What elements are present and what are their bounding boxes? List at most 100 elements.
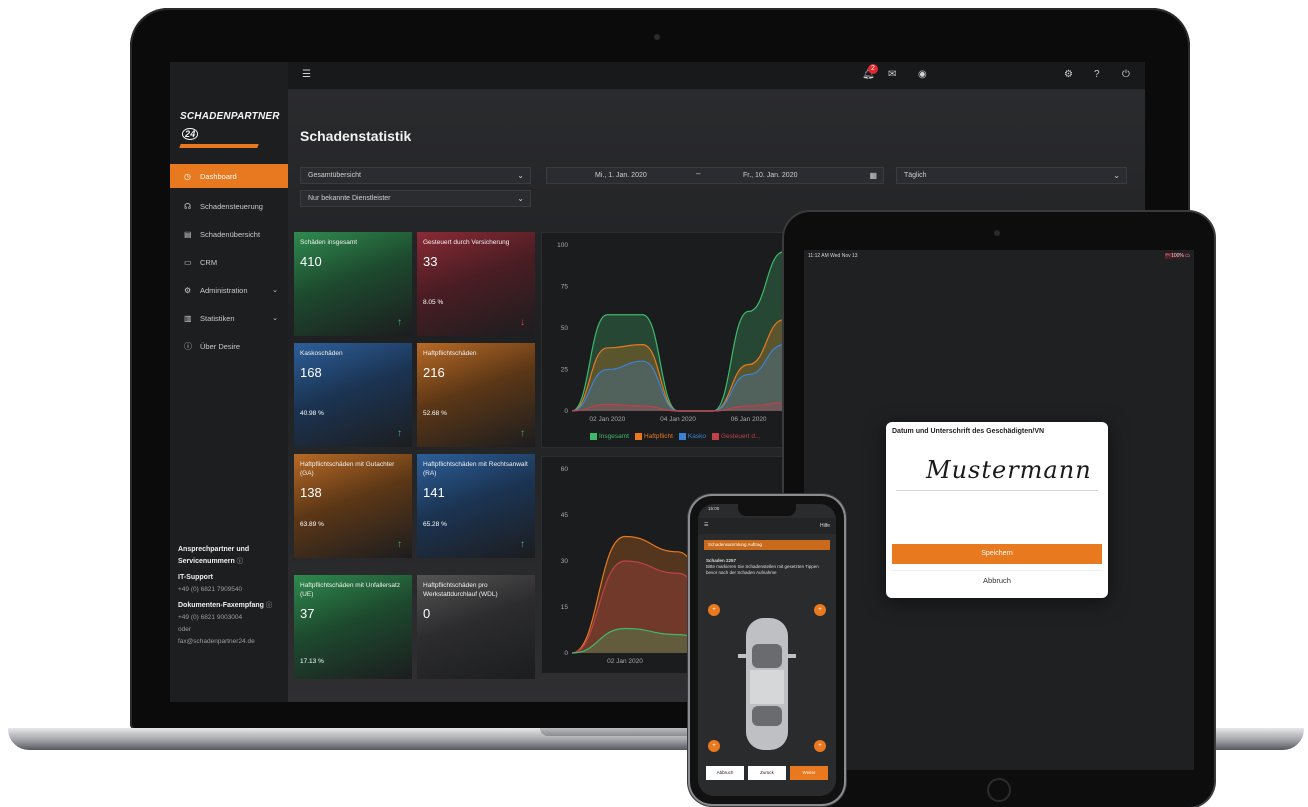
- clock-icon: ◷: [184, 171, 191, 181]
- view-select[interactable]: Gesamtübersicht ⌄: [300, 167, 531, 184]
- sidebar-nav: ◷ Dashboard ☊ Schadensteuerung ▤ Schaden…: [170, 164, 288, 360]
- menu-toggle-icon[interactable]: ☰: [302, 69, 311, 80]
- arrow-up-icon: ↑: [397, 428, 402, 439]
- it-support-label: IT-Support: [178, 574, 213, 581]
- sidebar-item-statistiken[interactable]: ▥ Statistiken ⌄: [170, 304, 288, 332]
- sidebar-item-crm[interactable]: ▭ CRM: [170, 248, 288, 276]
- stat-tile-total[interactable]: Schäden insgesamt 410 ↑: [294, 232, 412, 336]
- date-to: Fr., 10. Jan. 2020: [743, 172, 798, 179]
- phone-banner: Schadensammlung Auftrag: [704, 540, 830, 550]
- tablet-frame: 11:12 AM Wed Nov 13 ◠ 100% ▭ Datum und U…: [784, 212, 1214, 807]
- calendar-icon: ▦: [869, 171, 877, 180]
- battery-level: 100%: [1171, 253, 1184, 259]
- y-tick-label: 75: [561, 284, 569, 291]
- provider-select[interactable]: Nur bekannte Dienstleister ⌄: [300, 190, 531, 207]
- tile-title: Haftpflichtschäden: [423, 350, 477, 357]
- marker-button[interactable]: +: [814, 604, 826, 616]
- marker-button[interactable]: +: [814, 740, 826, 752]
- tablet-screen: 11:12 AM Wed Nov 13 ◠ 100% ▭ Datum und U…: [804, 250, 1194, 770]
- brand-logo[interactable]: SCHADENPARTNER 24: [179, 106, 284, 148]
- logout-icon[interactable]: ⏻: [1122, 69, 1130, 80]
- chevron-down-icon: ⌄: [517, 194, 524, 203]
- y-tick-label: 45: [561, 512, 569, 519]
- dialog-title: Datum und Unterschrift des Geschädigten/…: [892, 428, 1045, 435]
- mail-icon[interactable]: ✉: [888, 69, 896, 80]
- tile-percent: 52.68 %: [423, 410, 447, 417]
- legend-item[interactable]: Gesteuert d...: [711, 433, 761, 440]
- arrow-up-icon: ↑: [397, 539, 402, 550]
- y-tick-label: 50: [561, 325, 569, 332]
- y-tick-label: 30: [561, 558, 569, 565]
- sidebar-item-administration[interactable]: ⚙ Administration ⌄: [170, 276, 288, 304]
- stat-tile-ga[interactable]: Haftpflichtschäden mit Gutachter (GA) 13…: [294, 454, 412, 558]
- legend-swatch: [678, 433, 686, 440]
- interval-select[interactable]: Täglich ⌄: [896, 167, 1127, 184]
- sidebar-item-ueber-desire[interactable]: ⓘ Über Desire: [170, 332, 288, 360]
- tile-title: Haftpflichtschäden mit Rechtsanwalt (RA): [423, 461, 528, 477]
- y-tick-label: 25: [561, 367, 569, 374]
- date-range-picker[interactable]: Mi., 1. Jan. 2020 Fr., 10. Jan. 2020 ▦: [546, 167, 884, 184]
- legend-swatch: [590, 433, 597, 440]
- instruction-text: Bitte markieren Sie Schadenstellen mit g…: [706, 564, 819, 575]
- y-tick-label: 0: [564, 408, 568, 415]
- legend-item[interactable]: Haftpflicht: [635, 433, 673, 440]
- settings-icon[interactable]: ⚙: [1064, 69, 1073, 80]
- y-tick-label: 0: [564, 650, 568, 657]
- user-icon[interactable]: ◉: [918, 69, 927, 80]
- sidebar-item-schadensteuerung[interactable]: ☊ Schadensteuerung: [170, 192, 288, 220]
- tile-value: 37: [300, 606, 315, 621]
- arrow-down-icon: ↓: [520, 317, 525, 328]
- help-icon: ⓘ: [265, 602, 273, 609]
- menu-icon[interactable]: ☰: [704, 522, 708, 528]
- phone-screen: 15:00 ☰ Hilfe Schadensammlung Auftrag Sc…: [698, 504, 836, 796]
- legend-swatch: [635, 433, 642, 440]
- chevron-down-icon: ⌄: [272, 315, 278, 322]
- chevron-down-icon: ⌄: [272, 287, 278, 294]
- cancel-button[interactable]: Abbruch: [706, 766, 744, 780]
- marker-button[interactable]: +: [708, 604, 720, 616]
- stat-tile-insurer[interactable]: Gesteuert durch Versicherung 33 8.05 % ↓: [417, 232, 535, 336]
- sidebar: SCHADENPARTNER 24 ◷ Dashboard ☊ Schadenst…: [170, 62, 288, 702]
- signature-pad[interactable]: Mustermann: [926, 456, 1092, 484]
- help-link[interactable]: Hilfe: [820, 523, 830, 529]
- tile-value: 33: [423, 254, 438, 269]
- help-icon[interactable]: ?: [1094, 69, 1100, 80]
- car-diagram[interactable]: [732, 614, 802, 754]
- date-from: Mi., 1. Jan. 2020: [595, 172, 647, 179]
- stat-tile-haftpflicht[interactable]: Haftpflichtschäden 216 52.68 % ↑: [417, 343, 535, 447]
- tablet-camera: [994, 230, 1000, 236]
- tile-title: Gesteuert durch Versicherung: [423, 239, 510, 246]
- sidebar-item-label: Schadensteuerung: [200, 201, 263, 211]
- stat-tile-wdl[interactable]: Haftpflichtschäden pro Werkstattdurchlau…: [417, 575, 535, 679]
- fax-phone[interactable]: +49 (0) 6821 9003004: [178, 612, 284, 624]
- x-tick-label: 02 Jan 2020: [589, 416, 625, 423]
- home-button[interactable]: [987, 778, 1011, 802]
- legend-item[interactable]: Kasko: [678, 433, 706, 440]
- tile-percent: 8.05 %: [423, 299, 444, 306]
- legend-label: Gesteuert d...: [720, 433, 761, 440]
- tile-title: Haftpflichtschäden mit Gutachter (GA): [300, 461, 395, 477]
- sidebar-item-schadenuebersicht[interactable]: ▤ Schadenübersicht: [170, 220, 288, 248]
- contact-info: Ansprechpartner und Servicenummern ⓘ IT-…: [178, 544, 284, 648]
- sidebar-item-label: Über Desire: [200, 341, 241, 351]
- back-button[interactable]: Zurück: [748, 766, 786, 780]
- it-support-phone[interactable]: +49 (0) 6821 7909540: [178, 584, 284, 596]
- fax-email[interactable]: fax@schadenpartner24.de: [178, 636, 284, 648]
- chevron-down-icon: ⌄: [517, 171, 524, 180]
- save-button[interactable]: Speichern: [892, 544, 1102, 564]
- document-icon: ▤: [184, 229, 192, 239]
- fax-label: Dokumenten-Faxempfang: [178, 602, 264, 609]
- marker-button[interactable]: +: [708, 740, 720, 752]
- signature-dialog: Datum und Unterschrift des Geschädigten/…: [886, 422, 1108, 598]
- stat-tile-kasko[interactable]: Kaskoschäden 168 40.98 % ↑: [294, 343, 412, 447]
- provider-select-value: Nur bekannte Dienstleister: [308, 195, 391, 202]
- sidebar-item-dashboard[interactable]: ◷ Dashboard: [170, 164, 288, 188]
- next-button[interactable]: Weiter: [790, 766, 828, 780]
- wifi-icon: ◠: [1165, 253, 1170, 259]
- device-mockup: SCHADENPARTNER 24 ◷ Dashboard ☊ Schadenst…: [0, 0, 1308, 807]
- legend-item[interactable]: Insgesamt: [590, 433, 629, 440]
- stat-tile-ra[interactable]: Haftpflichtschäden mit Rechtsanwalt (RA)…: [417, 454, 535, 558]
- signature-line: [896, 490, 1098, 491]
- stat-tile-ue[interactable]: Haftpflichtschäden mit Unfallersatz (UE)…: [294, 575, 412, 679]
- cancel-button[interactable]: Abbruch: [892, 570, 1102, 590]
